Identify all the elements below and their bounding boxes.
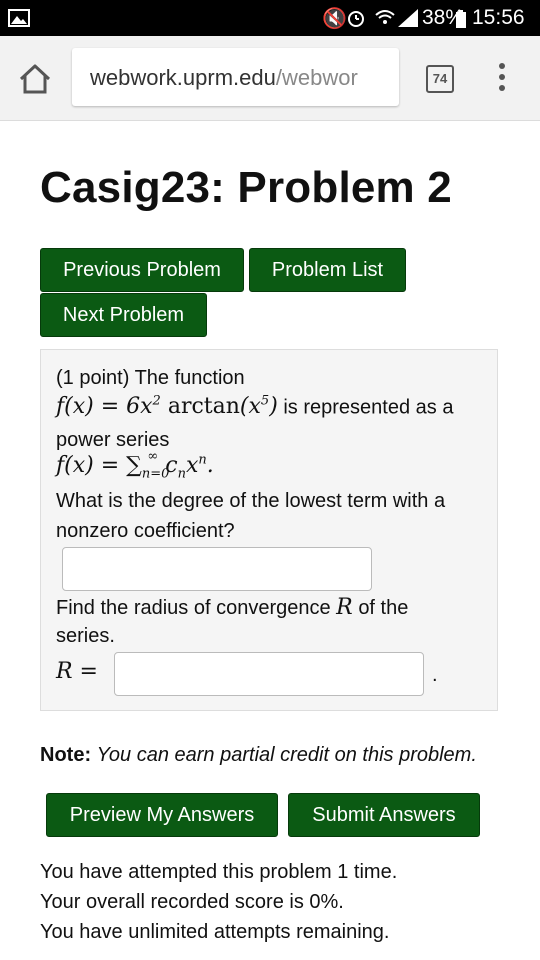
note-label: Note: xyxy=(40,744,92,766)
next-problem-button[interactable]: Next Problem xyxy=(40,293,207,337)
partial-credit-note: Note: You can earn partial credit on thi… xyxy=(40,744,477,767)
attempts-status: You have attempted this problem 1 time. xyxy=(40,861,398,883)
signal-icon xyxy=(398,9,418,27)
url-field[interactable]: webwork.uprm.edu/webwor xyxy=(72,48,399,106)
trailing-period: . xyxy=(432,664,438,686)
question-2-line-1: Find the radius of convergence R of the xyxy=(56,595,409,620)
question-2-line-2: series. xyxy=(56,625,115,647)
remaining-status: You have unlimited attempts remaining. xyxy=(40,921,390,943)
overflow-menu-icon[interactable] xyxy=(496,63,508,95)
radius-label: R = xyxy=(56,659,98,684)
radius-answer-input[interactable] xyxy=(114,652,424,696)
series-formula: f(x) = ∑n=0∞ cnxn. xyxy=(56,449,214,482)
score-status: Your overall recorded score is 0%. xyxy=(40,891,344,913)
status-bar: 🔇 38% 15:56 xyxy=(0,0,540,36)
mute-icon: 🔇 xyxy=(322,8,347,30)
problem-list-button[interactable]: Problem List xyxy=(249,248,406,292)
home-icon[interactable] xyxy=(18,63,52,95)
problem-box: (1 point) The function f(x) = 6x2 arctan… xyxy=(40,349,498,711)
tab-switcher-button[interactable]: 74 xyxy=(426,65,454,93)
gallery-icon xyxy=(8,9,30,27)
submit-answers-button[interactable]: Submit Answers xyxy=(288,793,480,837)
function-tail: is represented as a xyxy=(283,396,454,419)
note-text: You can earn partial credit on this prob… xyxy=(96,744,477,766)
function-formula: f(x) = 6x2 arctan(x5) xyxy=(56,394,278,420)
previous-problem-button[interactable]: Previous Problem xyxy=(40,248,244,292)
browser-toolbar: webwork.uprm.edu/webwor 74 xyxy=(0,36,540,121)
question-1-line-2: nonzero coefficient? xyxy=(56,520,235,542)
alarm-icon xyxy=(348,11,364,27)
problem-intro: (1 point) The function xyxy=(56,367,245,389)
preview-answers-button[interactable]: Preview My Answers xyxy=(46,793,278,837)
url-text: webwork.uprm.edu/webwor xyxy=(90,65,358,90)
page-title: Casig23: Problem 2 xyxy=(40,163,452,212)
degree-answer-input[interactable] xyxy=(62,547,372,591)
wifi-icon xyxy=(375,10,395,24)
clock: 15:56 xyxy=(472,6,525,29)
function-definition: f(x) = 6x2 arctan(x5) is represented as … xyxy=(56,394,453,419)
battery-icon xyxy=(456,10,466,28)
question-1-line-1: What is the degree of the lowest term wi… xyxy=(56,490,446,512)
